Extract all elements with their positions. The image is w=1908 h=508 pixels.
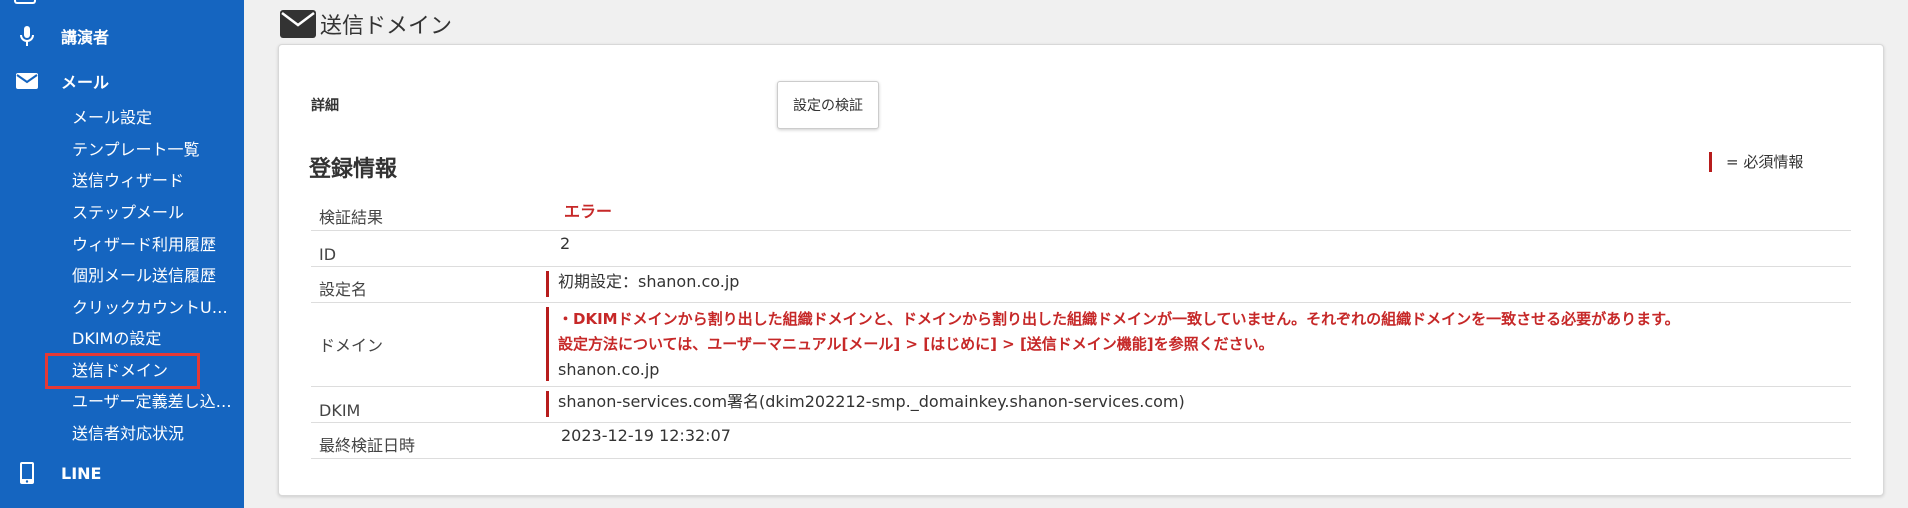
sidebar: 講演者 メール メール設定 テンプレート一覧 送信ウィザード ステップメール ウ… [0,0,244,508]
domain-value: shanon.co.jp [558,360,660,379]
detail-panel: 詳細 設定の検証 登録情報 = 必須情報 検証結果 エラー ID 2 設定名 初… [278,44,1884,496]
row-value: エラー [546,197,1851,230]
row-key: ID [319,245,337,264]
sidebar-item-wizard-history[interactable]: ウィザード利用履歴 [72,231,240,259]
row-value: ・DKIMドメインから割り出した組織ドメインと、ドメインから割り出した組織ドメイ… [546,307,1851,381]
sidebar-section-label: メール [61,73,110,92]
table-row-verify-result: 検証結果 エラー [311,197,1851,231]
sidebar-section-mail[interactable]: メール [0,61,244,101]
page-title: 送信ドメイン [280,6,452,42]
table-row-id: ID 2 [311,231,1851,267]
microphone-icon [13,26,41,46]
registration-table: 検証結果 エラー ID 2 設定名 初期設定：shanon.co.jp ドメイン… [311,197,1851,459]
required-legend: = 必須情報 [1709,151,1803,172]
row-value: 初期設定：shanon.co.jp [546,271,1851,297]
sidebar-item-individual-mail-history[interactable]: 個別メール送信履歴 [72,262,240,290]
verify-settings-button[interactable]: 設定の検証 [777,81,879,129]
required-legend-text: = 必須情報 [1726,153,1804,171]
mail-icon [13,73,41,89]
page-title-text: 送信ドメイン [320,14,453,39]
sidebar-item-step-mail[interactable]: ステップメール [72,199,240,227]
domain-error-line-2: 設定方法については、ユーザーマニュアル[メール] > [はじめに] > [送信ド… [558,335,1274,353]
sidebar-item-template-list[interactable]: テンプレート一覧 [72,136,240,164]
sidebar-item-sending-domain[interactable]: 送信ドメイン [72,357,240,385]
row-key: DKIM [319,401,361,420]
verify-result-error: エラー [564,202,613,221]
registration-info-title: 登録情報 [309,157,398,182]
row-key: 検証結果 [319,208,384,227]
sidebar-section-speakers[interactable]: 講演者 [0,16,244,56]
required-marker [1709,151,1712,172]
row-value: shanon-services.com署名(dkim202212-smp._do… [546,391,1851,417]
sidebar-item-user-defined-insert[interactable]: ユーザー定義差し込… [72,388,240,416]
smartphone-icon [13,462,41,484]
sidebar-section-line[interactable]: LINE [0,453,244,493]
sidebar-item-click-count[interactable]: クリックカウントU… [72,294,240,322]
sidebar-section-label: LINE [61,463,102,483]
detail-label: 詳細 [311,98,339,114]
row-value: 2 [560,234,571,253]
table-row-setting-name: 設定名 初期設定：shanon.co.jp [311,267,1851,303]
sidebar-item-send-wizard[interactable]: 送信ウィザード [72,167,240,195]
row-key: ドメイン [319,335,384,355]
domain-error-line-1: ・DKIMドメインから割り出した組織ドメインと、ドメインから割り出した組織ドメイ… [558,310,1680,328]
table-row-dkim: DKIM shanon-services.com署名(dkim202212-sm… [311,387,1851,423]
mail-icon [280,10,316,38]
row-value: 2023-12-19 12:32:07 [561,426,731,445]
sidebar-item-mail-settings[interactable]: メール設定 [72,104,240,132]
table-row-domain: ドメイン ・DKIMドメインから割り出した組織ドメインと、ドメインから割り出した… [311,303,1851,387]
partial-menu-icon [14,0,36,4]
row-key: 最終検証日時 [319,436,416,455]
sidebar-item-dkim-settings[interactable]: DKIMの設定 [72,325,240,353]
table-row-last-verified: 最終検証日時 2023-12-19 12:32:07 [311,423,1851,459]
sidebar-item-sender-status[interactable]: 送信者対応状況 [72,420,240,448]
row-key: 設定名 [319,280,368,299]
sidebar-section-label: 講演者 [61,28,110,47]
